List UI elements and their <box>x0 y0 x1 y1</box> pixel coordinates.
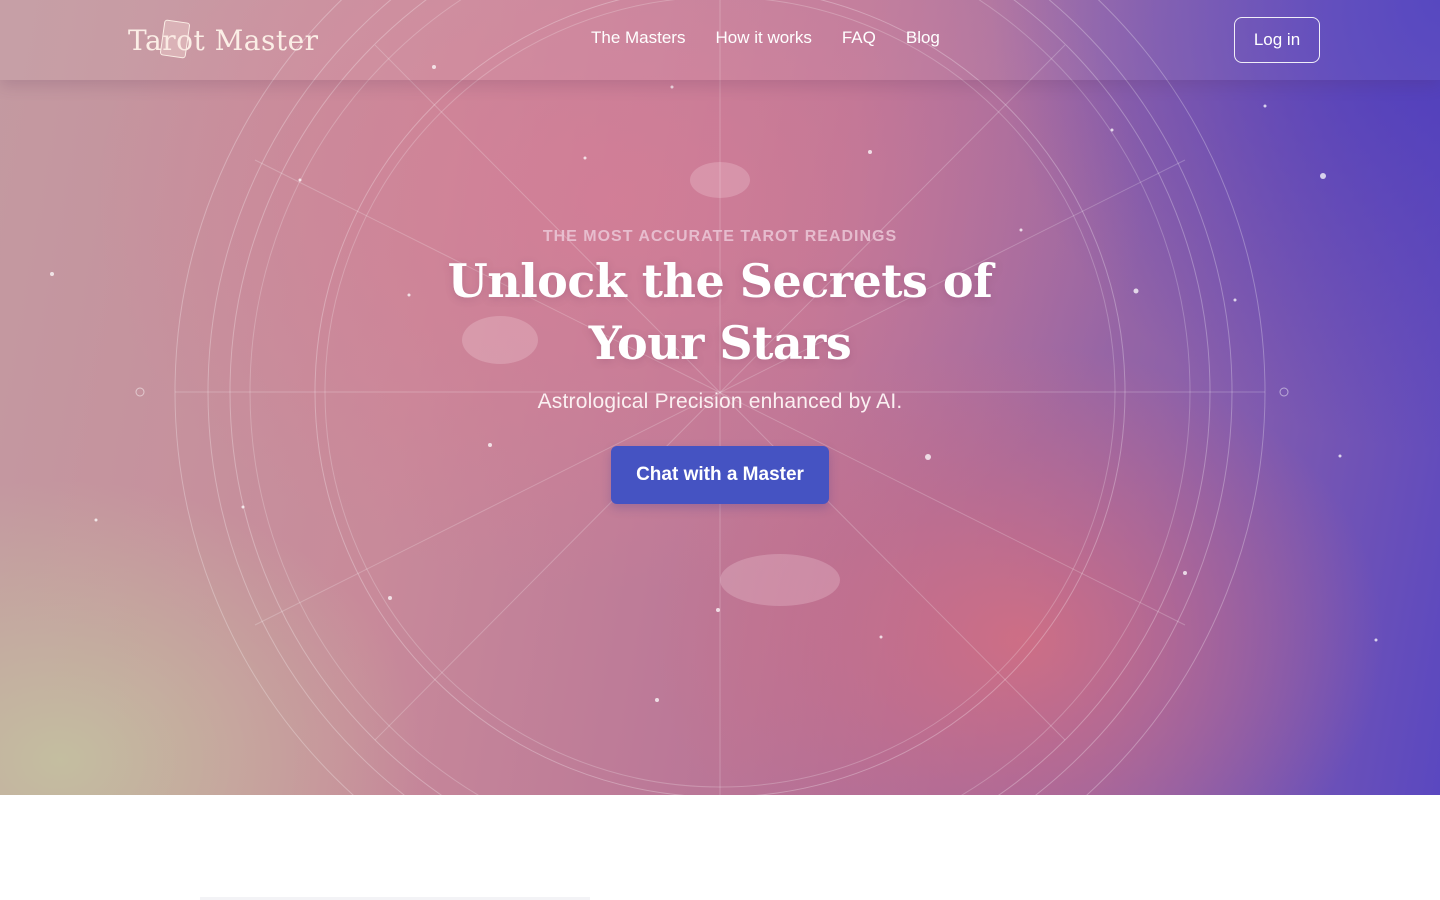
navbar: Tarot Master The Masters How it works FA… <box>0 0 1440 80</box>
login-button[interactable]: Log in <box>1234 17 1320 63</box>
nav-link-how-it-works[interactable]: How it works <box>715 28 811 48</box>
nav-link-blog[interactable]: Blog <box>906 28 940 48</box>
below-hero-section <box>0 795 1440 900</box>
chat-with-master-button[interactable]: Chat with a Master <box>611 446 829 504</box>
hero-subheadline: Astrological Precision enhanced by AI. <box>537 390 903 413</box>
logo[interactable]: Tarot Master <box>128 18 319 62</box>
hero-section: Tarot Master The Masters How it works FA… <box>0 0 1440 795</box>
tarot-card-icon <box>159 19 191 59</box>
hero-headline: Unlock the Secrets of Your Stars <box>420 250 1020 374</box>
hero-headline-line-2: Your Stars <box>588 316 852 370</box>
nav-link-faq[interactable]: FAQ <box>842 28 876 48</box>
hero-eyebrow: THE MOST ACCURATE TAROT READINGS <box>542 228 898 245</box>
hero-headline-line-1: Unlock the Secrets of <box>447 254 993 308</box>
main-nav: The Masters How it works FAQ Blog <box>591 28 940 48</box>
nav-link-the-masters[interactable]: The Masters <box>591 28 685 48</box>
logo-text: Tarot Master <box>128 23 319 57</box>
